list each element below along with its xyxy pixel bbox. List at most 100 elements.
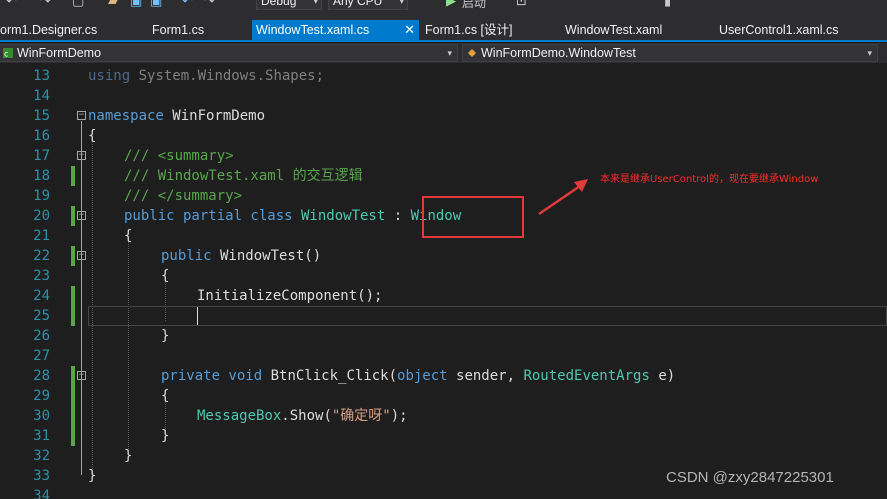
line-number: 26: [33, 328, 50, 344]
document-tabs: orm1.Designer.cs Form1.cs WindowTest.xam…: [0, 20, 887, 42]
line-number: 22: [33, 248, 50, 264]
code-line: 28 − private void BtnClick_Click(object …: [0, 366, 887, 386]
collapse-icon[interactable]: −: [77, 251, 86, 260]
tab-label: UserControl1.xaml.cs: [719, 23, 839, 37]
keyword: using: [88, 68, 131, 84]
code-text: System.Windows.Shapes;: [130, 68, 325, 84]
change-marker: [71, 166, 75, 186]
code-text: sender,: [447, 368, 524, 384]
redo-icon[interactable]: ↷: [40, 0, 51, 9]
line-number: 14: [33, 88, 50, 104]
tab-form1[interactable]: Form1.cs: [148, 20, 248, 40]
method-name: BtnClick_Click(: [262, 368, 398, 384]
tab-label: Form1.cs [设计]: [425, 23, 513, 37]
code-text: );: [390, 408, 408, 424]
code-line: 29 {: [0, 386, 887, 406]
bookmark-icon[interactable]: ▮: [664, 0, 671, 9]
attach-icon[interactable]: ⊡: [516, 0, 527, 9]
line-number: 24: [33, 288, 50, 304]
start-label[interactable]: 启动: [462, 0, 486, 11]
line-number: 23: [33, 268, 50, 284]
collapse-icon[interactable]: −: [77, 111, 86, 120]
comment: /// <summary>: [124, 148, 234, 164]
tab-form1-designer[interactable]: orm1.Designer.cs: [0, 20, 124, 40]
code-text: }: [88, 468, 97, 484]
line-number: 30: [33, 408, 50, 424]
open-folder-icon[interactable]: ▰: [108, 0, 118, 9]
line-number: 28: [33, 368, 50, 384]
code-text: WinFormDemo: [163, 108, 266, 124]
project-dropdown[interactable]: c WinFormDemo ▾: [0, 44, 458, 62]
code-text: .Show(: [281, 408, 332, 424]
platform-dropdown[interactable]: Any CPU ▾: [328, 0, 408, 10]
code-line: 24 InitializeComponent();: [0, 286, 887, 306]
code-line: 31 }: [0, 426, 887, 446]
line-number: 34: [33, 488, 50, 499]
current-line-highlight: [88, 306, 887, 326]
line-number: 31: [33, 428, 50, 444]
code-editor[interactable]: 13 using System.Windows.Shapes; 14 15 − …: [0, 63, 887, 499]
change-marker: [71, 406, 75, 426]
start-icon[interactable]: ▶: [446, 0, 456, 9]
navigation-bar: c WinFormDemo ▾ WinFormDemo.WindowTest ▾: [0, 43, 887, 63]
keyword: object: [397, 368, 448, 384]
change-marker: [71, 246, 75, 266]
annotation-text: 本来是继承UserControl的，现在要继承Window: [600, 174, 819, 185]
svg-text:c: c: [4, 50, 8, 59]
platform-value: Any CPU: [333, 0, 383, 8]
code-line: 15 − namespace WinFormDemo: [0, 106, 887, 126]
tab-usercontrol1-xaml-cs[interactable]: UserControl1.xaml.cs: [715, 20, 875, 40]
tab-label: Form1.cs: [152, 23, 205, 37]
code-text: }: [161, 428, 170, 444]
class-icon: [468, 49, 476, 57]
line-number: 21: [33, 228, 50, 244]
keyword: namespace: [88, 108, 164, 124]
chevron-down-icon: ▾: [399, 0, 404, 6]
code-text: {: [161, 388, 170, 404]
close-icon[interactable]: ✕: [404, 20, 415, 40]
code-text: InitializeComponent();: [197, 288, 383, 304]
keyword: private void: [161, 368, 263, 384]
highlight-box: [422, 196, 524, 238]
class-name: WinFormDemo.WindowTest: [481, 46, 636, 60]
watermark: CSDN @zxy2847225301: [666, 469, 834, 486]
change-marker: [71, 306, 75, 326]
code-text: e): [649, 368, 676, 384]
change-marker: [71, 286, 75, 306]
code-line: 30 MessageBox.Show("确定呀");: [0, 406, 887, 426]
line-number: 19: [33, 188, 50, 204]
save-all-icon[interactable]: ▣: [150, 0, 162, 9]
line-number: 20: [33, 208, 50, 224]
code-line: 23 {: [0, 266, 887, 286]
class-dropdown[interactable]: WinFormDemo.WindowTest ▾: [462, 44, 878, 62]
redo-arrow-icon[interactable]: ↷: [204, 0, 215, 9]
toolbar: ↶ ↷ ▢ ▰ ▣ ▣ ↶ ↷ Debug ▾ Any CPU ▾ ▶ 启动 ⊡…: [0, 0, 887, 20]
new-item-icon[interactable]: ▢: [72, 0, 84, 9]
comment: /// </summary>: [124, 188, 243, 204]
line-number: 18: [33, 168, 50, 184]
code-line: 14: [0, 86, 887, 106]
collapse-icon[interactable]: −: [77, 211, 86, 220]
text-caret: [197, 307, 198, 325]
change-marker: [71, 366, 75, 386]
save-icon[interactable]: ▣: [130, 0, 142, 9]
string-literal: "确定呀": [331, 408, 391, 424]
tab-windowtest-xaml[interactable]: WindowTest.xaml: [561, 20, 701, 40]
code-line: 16 {: [0, 126, 887, 146]
collapse-icon[interactable]: −: [77, 151, 86, 160]
tab-form1-design[interactable]: Form1.cs [设计]: [421, 20, 546, 40]
code-text: {: [161, 268, 170, 284]
undo-icon[interactable]: ↶: [6, 0, 17, 9]
undo-arrow-icon[interactable]: ↶: [182, 0, 193, 9]
config-value: Debug: [261, 0, 297, 8]
line-number: 27: [33, 348, 50, 364]
change-marker: [71, 206, 75, 226]
code-line: 13 using System.Windows.Shapes;: [0, 66, 887, 86]
tab-windowtest-xaml-cs[interactable]: WindowTest.xaml.cs ✕: [252, 20, 419, 40]
config-dropdown[interactable]: Debug ▾: [256, 0, 322, 10]
code-line: 22 − public WindowTest(): [0, 246, 887, 266]
tab-label: WindowTest.xaml: [565, 23, 663, 37]
change-marker: [71, 386, 75, 406]
collapse-icon[interactable]: −: [77, 371, 86, 380]
type-name: MessageBox: [197, 408, 282, 424]
